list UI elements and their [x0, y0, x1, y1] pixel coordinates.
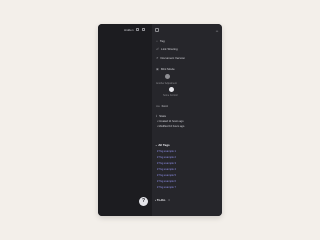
settings-icon[interactable]: [142, 28, 145, 31]
sidebar-item-label: Font: [161, 104, 168, 108]
tag-label: Tag example 5: [159, 174, 176, 177]
tag-label: Tag example 1: [159, 150, 176, 153]
history-icon: ↺: [156, 56, 159, 60]
tag-item[interactable]: # Tag example 5: [157, 174, 176, 177]
sidebar-item-tag[interactable]: ⌂ Tag: [156, 39, 165, 43]
toggle-knob-1[interactable]: [165, 74, 170, 79]
tag-label: Tag example 7: [159, 186, 176, 189]
sidebar-item-label: Tag: [159, 39, 165, 43]
info-icon: ℹ: [156, 114, 158, 118]
more-icon[interactable]: •••: [216, 29, 219, 33]
tag-item[interactable]: # Tag example 4: [157, 168, 176, 171]
tag-label: Tag example 6: [159, 180, 176, 183]
document-title: Hidden: [124, 28, 134, 32]
editor-header: Hidden: [98, 27, 152, 35]
tag-item[interactable]: # Tag example 6: [157, 180, 176, 183]
sidebar-item-stats[interactable]: ℹ Stats: [156, 114, 166, 118]
tag-item[interactable]: # Tag example 2: [157, 156, 176, 159]
tag-item[interactable]: # Tag example 1: [157, 150, 176, 153]
section-label: To-Do: [156, 198, 166, 202]
mini-icon: ▣: [156, 67, 159, 71]
toggle-knob-2[interactable]: [169, 87, 174, 92]
sidebar-item-label: Stats: [159, 114, 166, 118]
todo-header[interactable]: › To-Do 3: [155, 198, 170, 202]
sidebar-item-link-sharing[interactable]: ☍ Link Sharing: [156, 47, 178, 51]
right-sidebar: ••• ⌂ Tag ☍ Link Sharing ↺ Document Version…: [152, 24, 222, 216]
stats-line: Modified 10 hours ago: [158, 125, 185, 128]
help-button[interactable]: ?: [139, 197, 148, 206]
sidebar-item-font[interactable]: Aa Font: [156, 104, 168, 108]
stats-created: • Created 11 hours ago: [157, 120, 184, 123]
section-label: All Tags: [158, 143, 170, 147]
font-icon: Aa: [156, 104, 160, 108]
todo-count: 3: [168, 198, 170, 202]
tag-item[interactable]: # Tag example 3: [157, 162, 176, 165]
tag-label: Tag example 4: [159, 168, 176, 171]
editor-pane: Hidden ?: [98, 24, 152, 216]
link-icon: ☍: [156, 47, 160, 51]
toggle-caption: Some Control: [163, 94, 178, 97]
sidebar-item-mini-mode[interactable]: ▣ Mini Mode: [156, 67, 175, 71]
all-tags-header[interactable]: ⌄ All Tags: [155, 143, 170, 147]
sidebar-item-label: Link Sharing: [161, 47, 178, 51]
toggle-caption: Another Adjustment: [156, 82, 177, 85]
tag-label: Tag example 2: [159, 156, 176, 159]
tag-icon: ⌂: [156, 39, 158, 43]
sidebar-topbar: •••: [152, 28, 222, 34]
share-icon[interactable]: [136, 28, 139, 31]
sidebar-item-document-version[interactable]: ↺ Document Version: [156, 56, 185, 60]
sidebar-icon[interactable]: [155, 28, 159, 32]
sidebar-item-label: Mini Mode: [160, 67, 175, 71]
app-window: Hidden ? ••• ⌂ Tag ☍ Link Sharing ↺ Documen…: [98, 24, 222, 216]
stats-modified: • Modified 10 hours ago: [157, 125, 185, 128]
sidebar-item-label: Document Version: [160, 56, 186, 60]
tag-label: Tag example 3: [159, 162, 176, 165]
stats-line: Created 11 hours ago: [158, 120, 184, 123]
tag-item[interactable]: # Tag example 7: [157, 186, 176, 189]
